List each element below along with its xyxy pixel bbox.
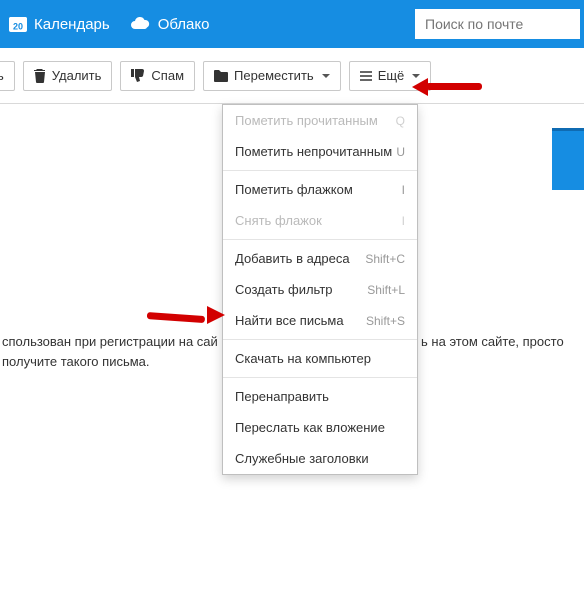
chevron-down-icon	[322, 74, 330, 78]
menu-mark-unread[interactable]: Пометить непрочитанным U	[223, 136, 417, 167]
search-input[interactable]	[415, 9, 580, 39]
menu-item-shortcut: U	[396, 145, 405, 159]
menu-item-shortcut: Shift+C	[365, 252, 405, 266]
body-fragment: ь на этом сайте, просто	[421, 334, 564, 349]
annotation-arrow	[147, 302, 225, 320]
more-button[interactable]: Ещё	[349, 61, 432, 91]
more-dropdown: Пометить прочитанным Q Пометить непрочит…	[222, 104, 418, 475]
reply-tail-label: ь	[0, 68, 4, 83]
body-fragment: спользован при регистрации на сай	[2, 334, 218, 349]
menu-headers[interactable]: Служебные заголовки	[223, 443, 417, 474]
menu-item-label: Создать фильтр	[235, 282, 333, 297]
menu-item-label: Перенаправить	[235, 389, 329, 404]
calendar-icon: 20	[8, 14, 28, 34]
menu-item-shortcut: Shift+L	[367, 283, 405, 297]
trash-icon	[34, 69, 46, 83]
menu-separator	[223, 239, 417, 240]
move-label: Переместить	[234, 68, 314, 83]
folder-icon	[214, 70, 228, 82]
menu-item-label: Пометить флажком	[235, 182, 353, 197]
menu-flag[interactable]: Пометить флажком I	[223, 174, 417, 205]
menu-add-address[interactable]: Добавить в адреса Shift+C	[223, 243, 417, 274]
side-widget[interactable]	[552, 128, 584, 190]
move-button[interactable]: Переместить	[203, 61, 341, 91]
menu-item-shortcut: I	[402, 214, 405, 228]
menu-item-shortcut: Q	[396, 114, 405, 128]
menu-icon	[360, 71, 372, 81]
menu-item-label: Снять флажок	[235, 213, 322, 228]
menu-unflag: Снять флажок I	[223, 205, 417, 236]
nav-cloud-label: Облако	[158, 16, 210, 33]
delete-label: Удалить	[52, 68, 102, 83]
body-fragment: получите такого письма.	[2, 354, 150, 369]
menu-redirect[interactable]: Перенаправить	[223, 381, 417, 412]
nav-cloud[interactable]: Облако	[124, 15, 214, 33]
cloud-icon	[128, 15, 152, 33]
menu-item-label: Служебные заголовки	[235, 451, 369, 466]
menu-create-filter[interactable]: Создать фильтр Shift+L	[223, 274, 417, 305]
reply-button[interactable]: ь	[0, 61, 15, 91]
menu-item-label: Найти все письма	[235, 313, 344, 328]
nav-calendar-label: Календарь	[34, 16, 110, 33]
menu-separator	[223, 170, 417, 171]
spam-label: Спам	[151, 68, 184, 83]
svg-text:20: 20	[13, 22, 23, 32]
thumbs-down-icon	[131, 69, 145, 82]
mail-body-text: спользован при регистрации на сай ь на э…	[0, 332, 584, 371]
menu-item-shortcut: Shift+S	[366, 314, 405, 328]
menu-item-label: Переслать как вложение	[235, 420, 385, 435]
nav-calendar[interactable]: 20 Календарь	[4, 14, 114, 34]
menu-forward-attachment[interactable]: Переслать как вложение	[223, 412, 417, 443]
app-header: 20 Календарь Облако	[0, 0, 584, 48]
delete-button[interactable]: Удалить	[23, 61, 113, 91]
menu-item-label: Пометить прочитанным	[235, 113, 378, 128]
spam-button[interactable]: Спам	[120, 61, 195, 91]
chevron-down-icon	[412, 74, 420, 78]
menu-mark-read: Пометить прочитанным Q	[223, 105, 417, 136]
mail-toolbar: ь Удалить Спам Переместить Ещё	[0, 48, 584, 104]
menu-separator	[223, 377, 417, 378]
menu-item-label: Пометить непрочитанным	[235, 144, 392, 159]
menu-item-label: Добавить в адреса	[235, 251, 350, 266]
more-label: Ещё	[378, 68, 405, 83]
menu-item-shortcut: I	[402, 183, 405, 197]
